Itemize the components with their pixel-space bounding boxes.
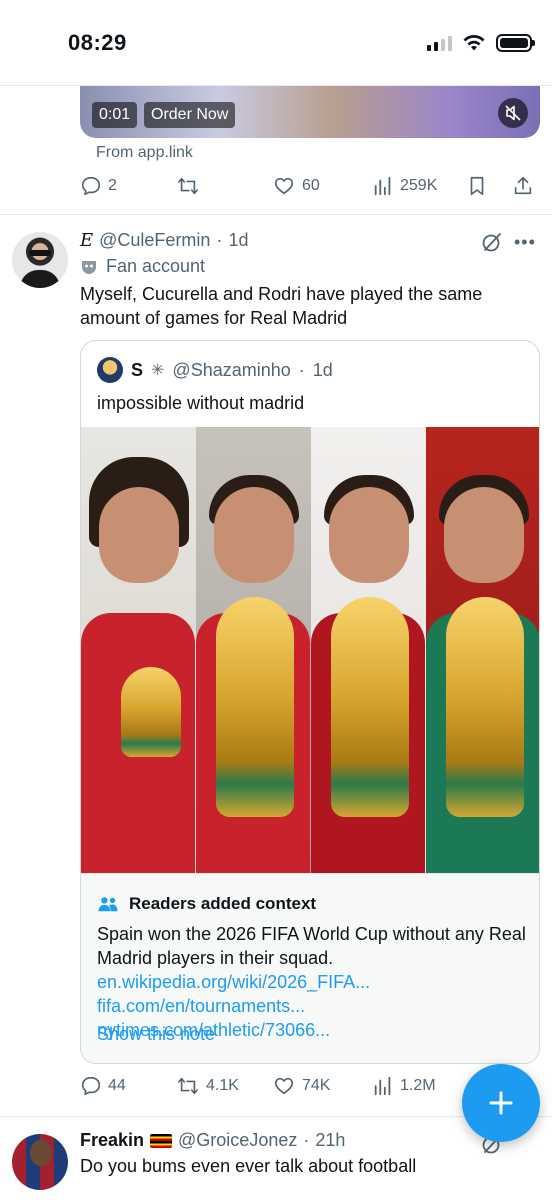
- like-icon: [274, 177, 294, 195]
- grok-icon: [482, 233, 501, 252]
- retweet-count: 4.1K: [206, 1077, 239, 1094]
- dot-separator: ·: [303, 1130, 310, 1150]
- retweet-button[interactable]: 4.1K: [176, 1075, 239, 1097]
- retweet-button[interactable]: [176, 175, 200, 197]
- web-icon: ✳: [151, 362, 165, 379]
- readers-title: Readers added context: [129, 894, 317, 913]
- video-time: 0:01: [92, 102, 138, 128]
- tweet-header: E @CuleFermin · 1d: [80, 230, 248, 251]
- photo-panel: [311, 427, 426, 873]
- more-icon[interactable]: •••: [514, 232, 536, 253]
- status-time: 08:29: [68, 30, 127, 55]
- retweet-icon: [178, 1077, 198, 1095]
- dot-separator: ·: [298, 359, 305, 380]
- tweet-time: 21h: [315, 1130, 346, 1150]
- flag-icon: [150, 1133, 173, 1148]
- wifi-icon: [463, 35, 485, 51]
- status-bar: 08:29: [0, 0, 552, 86]
- views-count: 259K: [400, 177, 438, 194]
- like-count: 60: [302, 177, 320, 194]
- photo-panel: [196, 427, 311, 873]
- quote-tweet-card[interactable]: S ✳ @Shazaminho · 1d impossible without …: [80, 340, 540, 1064]
- readers-context: Readers added context Spain won the 2026…: [81, 873, 539, 1063]
- compose-button[interactable]: [462, 1064, 540, 1142]
- handle[interactable]: @CuleFermin: [99, 230, 210, 251]
- display-name[interactable]: E: [80, 230, 93, 251]
- quote-text: impossible without madrid: [97, 393, 305, 413]
- views-icon: [374, 1076, 391, 1096]
- bookmark-icon: [470, 176, 484, 196]
- views-count: 1.2M: [400, 1077, 436, 1094]
- quote-time: 1d: [312, 359, 333, 380]
- tweet-time: 1d: [228, 230, 249, 250]
- compose-icon: [489, 1091, 513, 1115]
- like-count: 74K: [302, 1077, 331, 1094]
- tweet-text: Do you bums even ever talk about footbal…: [80, 1156, 417, 1176]
- reply-icon: [81, 1076, 101, 1096]
- mute-icon: [505, 105, 521, 121]
- signal-icon: [427, 35, 452, 51]
- from-link[interactable]: From app.link: [96, 144, 193, 162]
- avatar[interactable]: [12, 1134, 68, 1190]
- reply-count: 44: [108, 1077, 126, 1094]
- top-tweet-actions: 2 60 259K: [80, 174, 540, 198]
- reply-icon: [81, 176, 101, 196]
- views-button[interactable]: 259K: [372, 175, 437, 197]
- battery-icon: [496, 34, 535, 52]
- readers-body: Spain won the 2026 FIFA World Cup withou…: [97, 924, 526, 968]
- reply-button[interactable]: 2: [80, 175, 117, 197]
- order-now-button[interactable]: Order Now: [144, 102, 236, 128]
- reply-button[interactable]: 44: [80, 1075, 126, 1097]
- like-button[interactable]: 60: [272, 175, 320, 197]
- fan-account-label: Fan account: [106, 256, 206, 276]
- avatar[interactable]: [12, 232, 68, 288]
- readers-icon: [98, 897, 118, 912]
- tweet-header: Freakin @GroiceJonez · 21h: [80, 1130, 345, 1151]
- share-button[interactable]: [512, 175, 534, 197]
- views-icon: [374, 176, 391, 196]
- reply-count: 2: [108, 177, 117, 194]
- views-button[interactable]: 1.2M: [372, 1075, 436, 1097]
- handle[interactable]: @GroiceJonez: [178, 1130, 297, 1151]
- show-note-link[interactable]: Show this note: [97, 1024, 215, 1045]
- top-video-media[interactable]: 0:01 Order Now: [80, 86, 540, 138]
- share-icon: [514, 176, 532, 195]
- grok-button[interactable]: [480, 230, 504, 259]
- quote-handle: @Shazaminho: [172, 359, 291, 380]
- readers-title-row: Readers added context: [97, 894, 316, 914]
- like-icon: [274, 1077, 294, 1095]
- quote-avatar[interactable]: [97, 357, 123, 383]
- photo-panel: [81, 427, 196, 873]
- fan-account-badge: Fan account: [80, 256, 205, 277]
- quote-photo[interactable]: [81, 427, 539, 873]
- quote-header: S ✳ @Shazaminho · 1d: [97, 357, 333, 383]
- bookmark-button[interactable]: [466, 175, 488, 197]
- tweet-divider: [0, 214, 552, 215]
- photo-panel: [426, 427, 539, 873]
- tweet-text: Myself, Cucurella and Rodri have played …: [80, 284, 483, 328]
- status-icons: [427, 34, 535, 52]
- mute-button[interactable]: [498, 98, 528, 128]
- fan-mask-icon: [82, 260, 96, 274]
- quote-display-name: S: [131, 359, 144, 380]
- retweet-icon: [178, 177, 198, 195]
- display-name[interactable]: Freakin: [80, 1130, 144, 1151]
- like-button[interactable]: 74K: [272, 1075, 330, 1097]
- dot-separator: ·: [216, 230, 223, 250]
